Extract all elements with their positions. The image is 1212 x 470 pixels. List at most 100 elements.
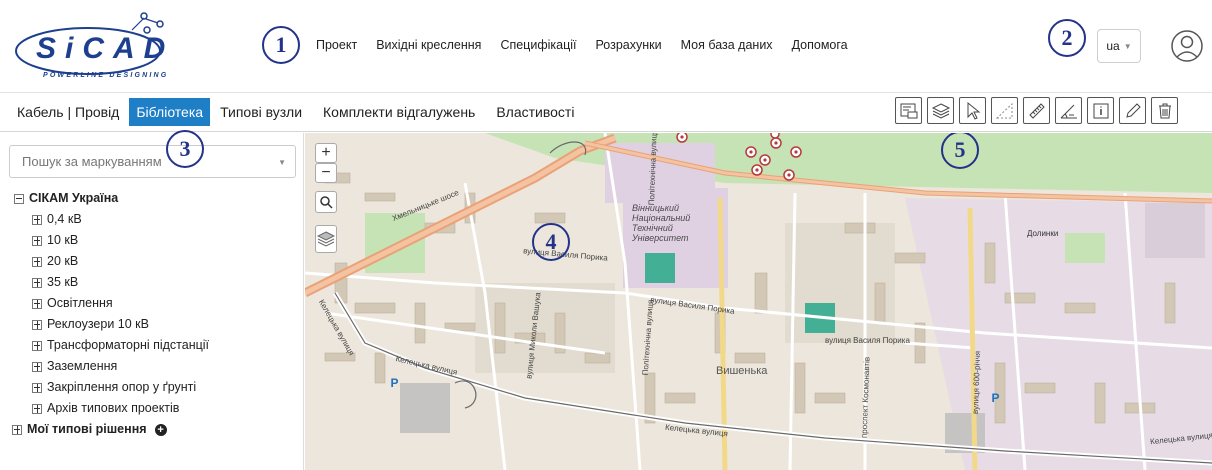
tree-item-label: Архів типових проектів — [47, 401, 180, 415]
expand-icon[interactable] — [32, 319, 42, 330]
tree-item-label: Освітлення — [47, 296, 113, 310]
expand-icon[interactable] — [32, 403, 42, 414]
logo-text: SiCAD — [36, 32, 175, 65]
tree-item-label: Закріплення опор у ґрунті — [47, 380, 197, 394]
edit-button[interactable] — [1119, 97, 1146, 124]
tree-item[interactable]: 20 кВ — [14, 251, 209, 272]
map-tools — [895, 97, 1178, 124]
university-label: Вінницький Національний Технічний Універ… — [632, 203, 690, 243]
university-label-line: Національний — [632, 213, 691, 223]
tree-item[interactable]: Реклоузери 10 кВ — [14, 314, 209, 335]
logo-subtitle: POWERLINE DESIGNING — [43, 72, 169, 79]
search-placeholder: Пошук за маркуванням — [22, 154, 162, 169]
tree-item[interactable]: Закріплення опор у ґрунті — [14, 377, 209, 398]
map-tiles — [305, 133, 1212, 470]
menu-help[interactable]: Допомога — [792, 38, 848, 52]
menu-calculations[interactable]: Розрахунки — [596, 38, 662, 52]
tree-item[interactable]: 0,4 кВ — [14, 209, 209, 230]
tab-typical-nodes[interactable]: Типові вузли — [213, 98, 309, 126]
tree-root-label: СІКАМ Україна — [29, 191, 119, 205]
zoom-in-button[interactable]: + — [315, 143, 337, 163]
expand-icon[interactable] — [32, 256, 42, 267]
tree-item-label: Трансформаторні підстанції — [47, 338, 210, 352]
tree-item-label: 35 кВ — [47, 275, 79, 289]
map-layers-button[interactable] — [315, 225, 337, 253]
app-header: SiCAD POWERLINE DESIGNING Проект Вихідні… — [0, 0, 1212, 88]
collapse-icon[interactable] — [14, 193, 24, 204]
tree-root-label: Мої типові рішення — [27, 422, 147, 436]
menu-my-database[interactable]: Моя база даних — [681, 38, 773, 52]
expand-icon[interactable] — [32, 235, 42, 246]
tree-item-label: 20 кВ — [47, 254, 79, 268]
panel-tabs: Кабель | Провід Бібліотека Типові вузли … — [10, 98, 581, 126]
library-sidebar: Пошук за маркуванням ▼ 3 СІКАМ Україна 0… — [0, 130, 304, 470]
pointer-icon — [967, 101, 980, 120]
chevron-down-icon: ▼ — [1123, 41, 1132, 51]
tree-item[interactable]: Заземлення — [14, 356, 209, 377]
expand-icon[interactable] — [32, 340, 42, 351]
search-icon — [320, 196, 333, 209]
street-label: вулиця Василя Порика — [825, 336, 910, 345]
callout-3: 3 — [166, 130, 204, 168]
expand-icon[interactable] — [32, 382, 42, 393]
expand-icon[interactable] — [12, 424, 22, 435]
district-label: Вишенька — [716, 365, 768, 377]
select-button[interactable] — [959, 97, 986, 124]
tree-item-label: 10 кВ — [47, 233, 79, 247]
angle-measure-button[interactable] — [1055, 97, 1082, 124]
sicad-logo[interactable]: SiCAD POWERLINE DESIGNING — [12, 8, 175, 79]
language-value: ua — [1106, 39, 1120, 53]
polygon-select-icon — [995, 102, 1012, 118]
ruler-button[interactable] — [1023, 97, 1050, 124]
delete-button[interactable] — [1151, 97, 1178, 124]
tree-item[interactable]: 35 кВ — [14, 272, 209, 293]
tree-item[interactable]: Освітлення — [14, 293, 209, 314]
add-circle-icon[interactable]: + — [154, 423, 167, 436]
expand-icon[interactable] — [32, 361, 42, 372]
map-search-button[interactable] — [315, 191, 337, 213]
tree-item[interactable]: 10 кВ — [14, 230, 209, 251]
area-label: Долинки — [1027, 229, 1059, 238]
tab-cable-wire[interactable]: Кабель | Провід — [10, 98, 126, 126]
tab-library[interactable]: Бібліотека — [129, 98, 211, 126]
expand-icon[interactable] — [32, 214, 42, 225]
zoom-out-button[interactable]: − — [315, 163, 337, 183]
tree-item-label: Реклоузери 10 кВ — [47, 317, 149, 331]
parking-icon: P — [991, 390, 1000, 405]
layers-button[interactable] — [927, 97, 954, 124]
tab-properties[interactable]: Властивості — [489, 98, 581, 126]
tree-item[interactable]: Трансформаторні підстанції — [14, 335, 209, 356]
callout-2: 2 — [1048, 19, 1086, 57]
tkpu-icon — [900, 103, 917, 118]
menu-specifications[interactable]: Специфікації — [500, 38, 576, 52]
info-button[interactable] — [1087, 97, 1114, 124]
layers-icon — [317, 231, 335, 247]
angle-measure-icon — [1060, 104, 1077, 118]
chevron-down-icon: ▼ — [278, 158, 286, 167]
map-view[interactable]: Хмельницьке шосе вулиця Василя Порика ву… — [305, 133, 1212, 470]
tree-root-sicam[interactable]: СІКАМ Україна — [14, 188, 209, 209]
menu-project[interactable]: Проект — [316, 38, 357, 52]
trash-icon — [1158, 103, 1171, 118]
tree-item[interactable]: Архів типових проектів — [14, 398, 209, 419]
user-account-icon[interactable] — [1170, 27, 1204, 65]
ruler-icon — [1028, 102, 1045, 119]
tree-root-my-solutions[interactable]: Мої типові рішення + — [12, 419, 209, 440]
expand-icon[interactable] — [32, 298, 42, 309]
menu-output-drawings[interactable]: Вихідні креслення — [376, 38, 481, 52]
tkpu-button[interactable] — [895, 97, 922, 124]
tab-branch-kits[interactable]: Комплекти відгалужень — [316, 98, 482, 126]
library-tree: СІКАМ Україна 0,4 кВ 10 кВ 20 кВ 35 кВ О… — [12, 188, 209, 440]
expand-icon[interactable] — [32, 277, 42, 288]
marking-search-select[interactable]: Пошук за маркуванням ▼ — [9, 145, 296, 178]
university-label-line: Університет — [632, 233, 689, 243]
language-select[interactable]: ua ▼ — [1097, 29, 1141, 63]
callout-1: 1 — [262, 26, 300, 64]
polygon-select-button[interactable] — [991, 97, 1018, 124]
parking-icon: P — [390, 375, 399, 390]
university-label-line: Технічний — [632, 223, 673, 233]
layers-icon — [931, 102, 950, 119]
tree-item-label: Заземлення — [47, 359, 118, 373]
secondary-toolbar: Кабель | Провід Бібліотека Типові вузли … — [0, 92, 1212, 132]
tree-item-label: 0,4 кВ — [47, 212, 82, 226]
